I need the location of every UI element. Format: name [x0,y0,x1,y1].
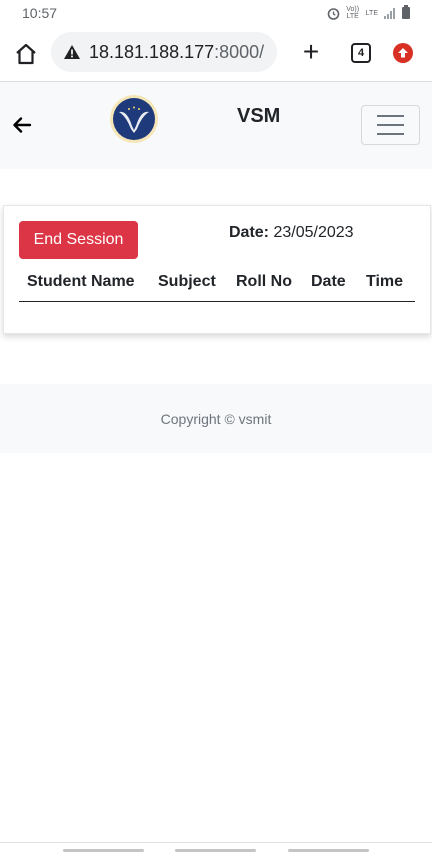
signal-icon [384,7,396,19]
date-label: Date: [229,224,270,241]
gesture-bar [0,842,432,857]
home-icon[interactable] [14,42,38,66]
column-header-student-name: Student Name [27,273,135,290]
session-date: Date: 23/05/2023 [229,224,354,242]
navbar-toggler-menu-icon[interactable] [361,105,420,145]
column-header-roll-no: Roll No [236,273,292,290]
url-bar[interactable]: 18.181.188.177:8000/ [51,32,277,72]
status-time: 10:57 [22,5,58,21]
column-header-time: Time [366,273,404,290]
column-header-date: Date [311,273,346,290]
app-navbar: VSM [0,82,432,169]
status-icons: Vo)) LTE LTE [327,5,410,20]
status-bar: 10:57 Vo)) LTE LTE [0,0,432,26]
end-session-button[interactable]: End Session [19,221,138,259]
tab-switcher-button[interactable]: 4 [351,43,371,63]
logo-emblem-icon [119,106,149,133]
url-port: :8000/ [214,41,265,62]
attendance-table-header: Student Name Subject Roll No Date Time [19,268,415,302]
vsm-logo[interactable] [110,95,158,143]
date-value: 23/05/2023 [273,224,354,241]
session-card: End Session Date: 23/05/2023 Student Nam… [3,205,431,334]
volte-label: Vo)) LTE [346,6,360,20]
copyright-text: Copyright © vsmit [160,410,272,427]
new-tab-plus-icon[interactable]: + [299,38,323,66]
battery-icon [402,5,410,19]
url-host: 18.181.188.177 [89,41,215,62]
back-arrow-icon[interactable] [11,114,33,136]
brand-title[interactable]: VSM [237,105,280,128]
browser-toolbar: 18.181.188.177:8000/ + 4 [0,26,432,82]
not-secure-warning-icon[interactable] [63,44,81,60]
column-header-subject: Subject [158,273,216,290]
footer: Copyright © vsmit [0,384,432,453]
alarm-icon [327,7,339,20]
update-arrow-icon[interactable] [393,43,413,63]
lte-label: LTE [365,9,378,17]
